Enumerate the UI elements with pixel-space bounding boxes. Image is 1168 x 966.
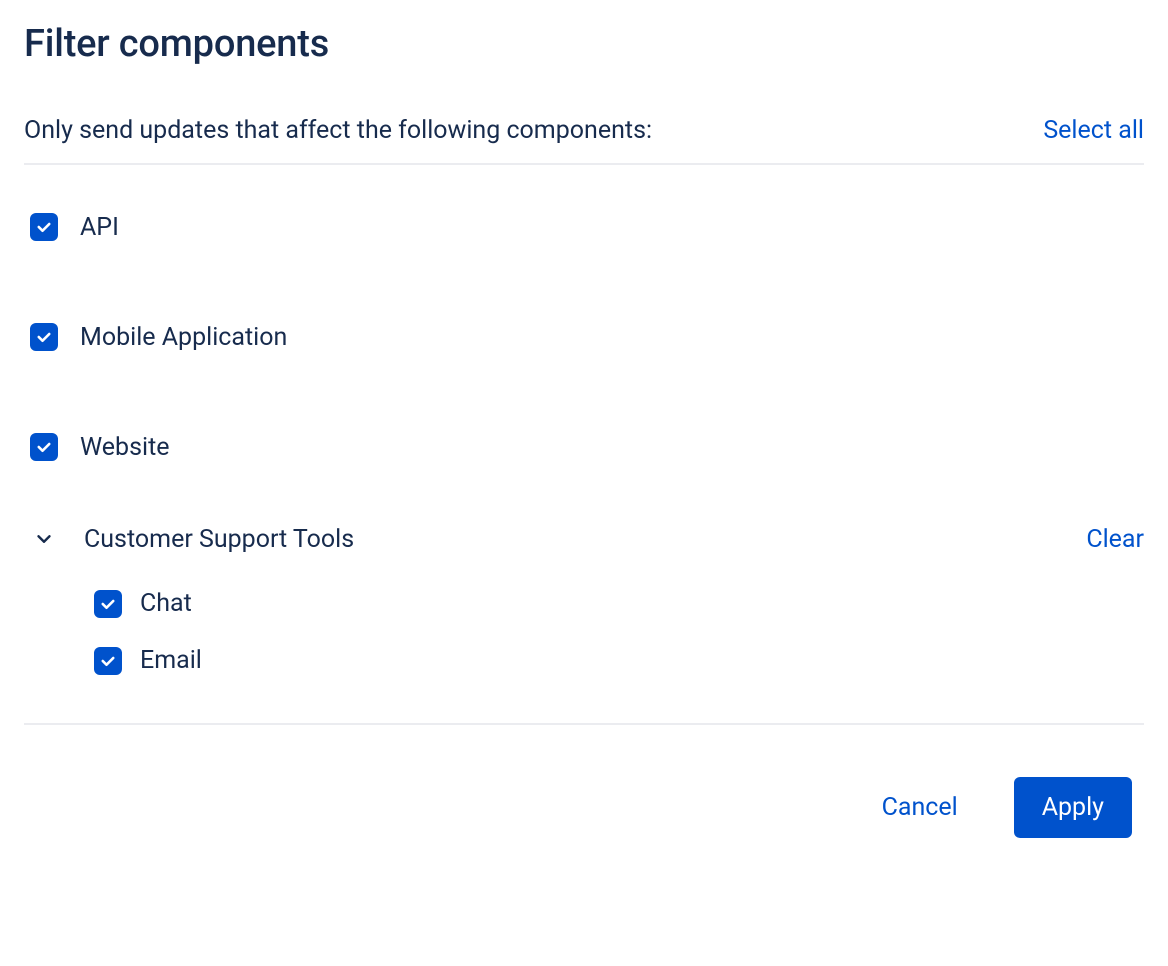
check-icon [99,595,117,613]
apply-button[interactable]: Apply [1014,777,1132,838]
component-group-customer-support-tools: Customer Support Tools Clear [24,503,1144,575]
check-icon [35,438,53,456]
component-label: Email [140,646,202,675]
check-icon [35,218,53,236]
dialog-title: Filter components [24,22,1144,66]
filter-components-dialog: Filter components Only send updates that… [0,0,1168,862]
select-all-link[interactable]: Select all [1043,116,1144,145]
component-row-mobile-application: Mobile Application [24,301,1144,373]
component-label: Chat [140,589,192,618]
component-group-label: Customer Support Tools [84,525,354,554]
checkbox-email[interactable] [94,647,122,675]
dialog-footer: Cancel Apply [24,725,1144,838]
subheader-text: Only send updates that affect the follow… [24,116,652,145]
component-list: API Mobile Application Website Customer … [24,165,1144,725]
check-icon [99,652,117,670]
clear-group-link[interactable]: Clear [1086,525,1144,554]
checkbox-website[interactable] [30,433,58,461]
component-row-api: API [24,191,1144,263]
component-row-website: Website [24,411,1144,483]
component-label: API [80,213,119,242]
component-row-email: Email [94,632,1144,689]
component-label: Mobile Application [80,323,287,352]
checkbox-mobile-application[interactable] [30,323,58,351]
component-group-toggle[interactable]: Customer Support Tools [30,525,354,554]
cancel-button[interactable]: Cancel [854,777,986,838]
component-label: Website [80,433,170,462]
check-icon [35,328,53,346]
checkbox-chat[interactable] [94,590,122,618]
subheader: Only send updates that affect the follow… [24,116,1144,165]
checkbox-api[interactable] [30,213,58,241]
component-group-children: Chat Email [24,575,1144,689]
component-row-chat: Chat [94,575,1144,632]
chevron-down-icon [30,525,58,553]
